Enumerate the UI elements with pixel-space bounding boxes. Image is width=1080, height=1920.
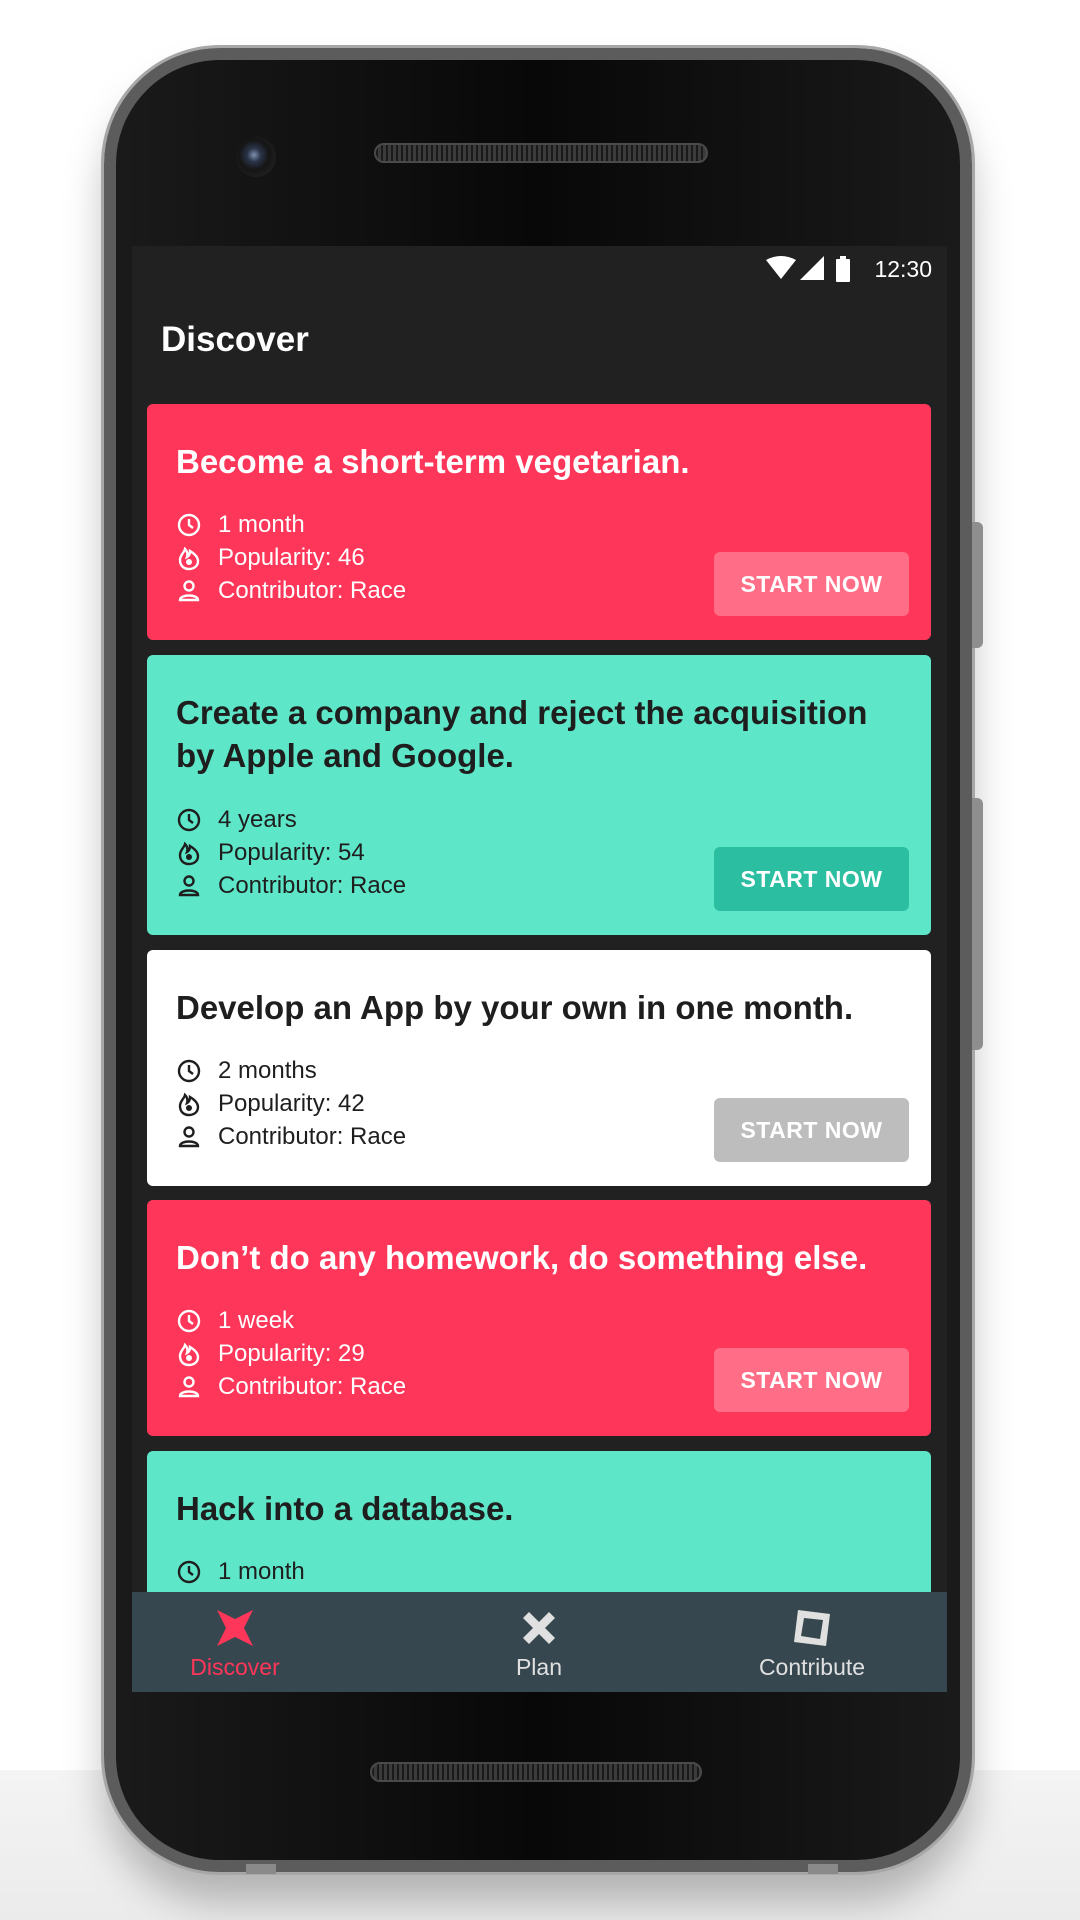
card-popularity: Popularity: 29 [218,1339,365,1367]
card-duration: 4 years [218,805,297,833]
card-title: Hack into a database. [176,1490,514,1527]
nav-label-discover: Discover [190,1654,280,1680]
card-duration: 1 week [218,1306,295,1334]
card-title: Develop an App by your own in one month. [176,989,854,1026]
challenge-card[interactable]: Become a short-term vegetarian. 1 month … [147,404,931,640]
fire-icon [178,1342,200,1366]
status-time: 12:30 [874,256,932,282]
person-icon [178,579,200,601]
battery-icon [836,256,850,282]
card-meta: 4 years Popularity: 54 Contributor: Race [176,803,406,902]
fire-icon [178,546,200,570]
phone-foot [808,1864,838,1874]
card-contributor: Contributor: Race [218,1372,407,1400]
power-button [972,522,983,648]
start-now-button[interactable]: START NOW [714,1348,909,1412]
wifi-icon [766,256,796,279]
person-icon [178,1125,200,1147]
nav-label-plan: Plan [515,1654,563,1680]
card-meta: 2 months Popularity: 42 Contributor: Rac… [176,1054,406,1153]
challenge-card[interactable]: Develop an App by your own in one month.… [147,950,931,1186]
earpiece-speaker [374,143,708,163]
card-title: Don’t do any homework, do something else… [176,1239,868,1276]
plan-cross-icon [523,1612,555,1644]
start-now-button[interactable]: START NOW [714,552,909,616]
card-popularity: Popularity: 54 [218,838,365,866]
card-popularity: Popularity: 46 [218,543,365,571]
status-bar: 12:30 [132,246,947,290]
nav-item-plan[interactable]: Plan [439,1592,639,1692]
discover-star-icon [217,1610,253,1646]
clock-icon [177,1059,201,1082]
person-icon [178,1375,200,1397]
start-now-button[interactable]: START NOW [714,847,909,911]
person-icon [178,874,200,896]
start-now-button[interactable]: START NOW [714,1098,909,1162]
card-title: Create a company and reject the acquisit… [176,694,868,774]
clock-icon [177,1309,201,1332]
clock-icon [177,513,201,536]
card-title: Become a short-term vegetarian. [176,443,690,480]
card-meta: 1 week Popularity: 29 Contributor: Race [176,1304,406,1403]
clock-icon [177,1560,201,1583]
bottom-navigation: Discover Plan Contribute [132,1592,947,1692]
card-contributor: Contributor: Race [218,576,407,604]
card-contributor: Contributor: Race [218,871,407,899]
card-popularity: Popularity: 42 [218,1089,365,1117]
fire-icon [178,1092,200,1116]
card-contributor: Contributor: Race [218,1122,407,1150]
contribute-square-icon [794,1610,830,1646]
challenge-card[interactable]: Don’t do any homework, do something else… [147,1200,931,1436]
clock-icon [177,808,201,831]
card-meta: 1 month Popularity: 46 Contributor: Race [176,508,406,607]
cellular-signal-icon [800,256,824,280]
front-camera [236,137,276,177]
challenge-card[interactable]: Create a company and reject the acquisit… [147,655,931,935]
page-title: Discover [161,320,309,359]
volume-button [972,798,983,1050]
phone-foot [246,1864,276,1874]
card-duration: 1 month [218,1557,305,1585]
nav-item-contribute[interactable]: Contribute [712,1592,912,1692]
app-screen: 12:30 Discover Become a short-term veget… [132,246,947,1692]
card-duration: 2 months [218,1056,317,1084]
bottom-speaker [370,1762,702,1782]
nav-label-contribute: Contribute [758,1654,866,1680]
nav-item-discover[interactable]: Discover [135,1592,335,1692]
card-duration: 1 month [218,510,305,538]
fire-icon [178,841,200,865]
